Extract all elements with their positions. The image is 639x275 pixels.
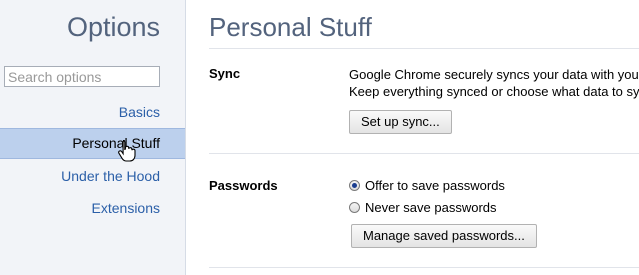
manage-saved-passwords-button[interactable]: Manage saved passwords... [351, 224, 537, 248]
passwords-section-label: Passwords [209, 178, 278, 193]
sync-description-line2: Keep everything synced or choose what da… [349, 84, 639, 99]
sidebar-item-under-the-hood[interactable]: Under the Hood [0, 161, 185, 191]
sync-section-label: Sync [209, 66, 241, 81]
set-up-sync-button[interactable]: Set up sync... [349, 110, 452, 134]
offer-to-save-passwords-radio[interactable]: Offer to save passwords [349, 178, 505, 194]
main-content: Personal Stuff Sync Google Chrome secure… [186, 0, 639, 275]
sync-description-line1: Google Chrome securely syncs your data w… [349, 67, 639, 82]
sidebar-item-extensions[interactable]: Extensions [0, 193, 185, 223]
radio-checked-icon[interactable] [349, 180, 360, 191]
sidebar-title: Options [66, 12, 160, 42]
page-title: Personal Stuff [209, 12, 372, 42]
divider [209, 48, 639, 49]
divider [209, 267, 639, 268]
radio-label: Offer to save passwords [365, 178, 505, 193]
radio-label: Never save passwords [365, 200, 497, 215]
sidebar-item-personal-stuff[interactable]: Personal Stuff [0, 128, 185, 159]
sidebar: Options Basics Personal Stuff Under the … [0, 0, 186, 275]
divider [209, 153, 639, 154]
radio-unchecked-icon[interactable] [349, 202, 360, 213]
hand-cursor-icon [118, 139, 136, 162]
sidebar-item-basics[interactable]: Basics [0, 97, 185, 127]
never-save-passwords-radio[interactable]: Never save passwords [349, 200, 497, 216]
search-input[interactable] [4, 66, 160, 87]
